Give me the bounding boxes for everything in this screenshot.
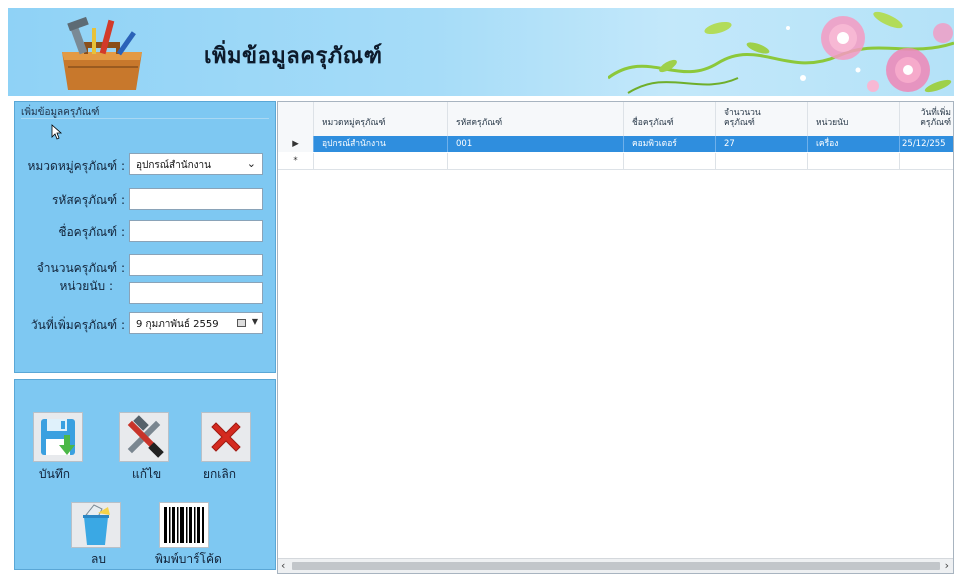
edit-button[interactable] bbox=[119, 412, 169, 462]
delete-button[interactable] bbox=[71, 502, 121, 548]
scrollbar-thumb[interactable] bbox=[292, 562, 940, 570]
app-window: เพิ่มข้อมูลครุภัณฑ์ เพิ่มข้อมูลครุภัณฑ์ bbox=[8, 8, 954, 574]
column-header-quantity[interactable]: จำนวนวน ครุภัณฑ์ bbox=[716, 102, 808, 136]
divider bbox=[21, 118, 269, 119]
column-header-category[interactable]: หมวดหมู่ครุภัณฑ์ bbox=[314, 102, 448, 136]
cell-category[interactable]: อุปกรณ์สำนักงาน bbox=[314, 136, 448, 152]
category-value: อุปกรณ์สำนักงาน bbox=[136, 160, 211, 171]
quantity-label: จำนวนครุภัณฑ์ : bbox=[36, 261, 125, 275]
column-header-date[interactable]: วันที่เพิ่ม ครุภัณฑ์ bbox=[900, 102, 953, 136]
save-button[interactable] bbox=[33, 412, 83, 462]
column-header-code[interactable]: รหัสครุภัณฑ์ bbox=[448, 102, 624, 136]
code-label: รหัสครุภัณฑ์ : bbox=[51, 193, 125, 207]
new-cell-code[interactable] bbox=[448, 153, 624, 169]
grid-header: หมวดหมู่ครุภัณฑ์ รหัสครุภัณฑ์ ชื่อครุภัณ… bbox=[278, 102, 953, 137]
action-panel: บันทึก แก้ไข ยกเลิก ลบ พิมพ์บาร์โค้ด bbox=[14, 379, 276, 570]
barcode-label: พิมพ์บาร์โค้ด bbox=[155, 552, 222, 566]
horizontal-scrollbar[interactable]: ‹ › bbox=[278, 558, 953, 573]
barcode-button[interactable] bbox=[159, 502, 209, 548]
cancel-button[interactable] bbox=[201, 412, 251, 462]
code-input[interactable] bbox=[129, 188, 263, 210]
red-x-icon bbox=[211, 422, 241, 452]
data-grid[interactable]: หมวดหมู่ครุภัณฑ์ รหัสครุภัณฑ์ ชื่อครุภัณ… bbox=[277, 101, 954, 574]
cell-code[interactable]: 001 bbox=[448, 136, 624, 152]
header-banner: เพิ่มข้อมูลครุภัณฑ์ bbox=[8, 8, 954, 96]
table-row[interactable]: ▶ อุปกรณ์สำนักงาน 001 คอมพิวเตอร์ 27 เคร… bbox=[278, 136, 953, 152]
new-cell-unit[interactable] bbox=[808, 153, 900, 169]
edit-label: แก้ไข bbox=[132, 467, 162, 481]
column-header-unit[interactable]: หน่วยนับ bbox=[808, 102, 900, 136]
new-cell-name[interactable] bbox=[624, 153, 716, 169]
category-label: หมวดหมู่ครุภัณฑ์ : bbox=[27, 159, 125, 173]
quantity-input[interactable] bbox=[129, 254, 263, 276]
date-label: วันที่เพิ่มครุภัณฑ์ : bbox=[30, 318, 125, 332]
row-header-corner bbox=[278, 102, 314, 136]
mouse-cursor-icon bbox=[51, 124, 63, 140]
scroll-left-icon[interactable]: ‹ bbox=[281, 559, 285, 573]
column-header-name[interactable]: ชื่อครุภัณฑ์ bbox=[624, 102, 716, 136]
cell-quantity[interactable]: 27 bbox=[716, 136, 808, 152]
dropdown-arrow-icon: ▼ bbox=[251, 317, 258, 326]
chevron-down-icon: ⌄ bbox=[246, 157, 256, 170]
cancel-label: ยกเลิก bbox=[203, 467, 237, 481]
name-input[interactable] bbox=[129, 220, 263, 242]
calendar-icon bbox=[237, 319, 246, 327]
cell-date[interactable]: 25/12/255 bbox=[900, 136, 953, 152]
new-row-marker: * bbox=[278, 153, 314, 169]
page-title: เพิ่มข้อมูลครุภัณฑ์ bbox=[204, 44, 383, 69]
save-label: บันทึก bbox=[39, 467, 70, 481]
form-group: เพิ่มข้อมูลครุภัณฑ์ หมวดหมู่ครุภัณฑ์ : อ… bbox=[14, 101, 276, 373]
date-value: 9 กุมภาพันธ์ 2559 bbox=[136, 319, 219, 330]
new-cell-quantity[interactable] bbox=[716, 153, 808, 169]
cell-name[interactable]: คอมพิวเตอร์ bbox=[624, 136, 716, 152]
floral-decoration bbox=[608, 11, 954, 94]
new-row[interactable]: * bbox=[278, 153, 953, 170]
current-row-marker: ▶ bbox=[278, 136, 314, 152]
new-cell-date[interactable] bbox=[900, 153, 953, 169]
name-label: ชื่อครุภัณฑ์ : bbox=[58, 225, 125, 239]
scroll-right-icon[interactable]: › bbox=[945, 559, 949, 573]
unit-input[interactable] bbox=[129, 282, 263, 304]
new-cell-category[interactable] bbox=[314, 153, 448, 169]
toolbox-icon bbox=[62, 16, 142, 90]
cell-unit[interactable]: เครื่อง bbox=[808, 136, 900, 152]
trash-bin-icon bbox=[83, 504, 110, 545]
delete-label: ลบ bbox=[91, 552, 106, 566]
date-picker[interactable]: 9 กุมภาพันธ์ 2559 ▼ bbox=[129, 312, 263, 334]
floppy-disk-icon bbox=[41, 419, 75, 455]
barcode-icon bbox=[164, 507, 204, 543]
category-select[interactable]: อุปกรณ์สำนักงาน ⌄ bbox=[129, 153, 263, 175]
unit-label: หน่วยนับ : bbox=[59, 279, 113, 293]
tools-icon bbox=[127, 415, 164, 458]
